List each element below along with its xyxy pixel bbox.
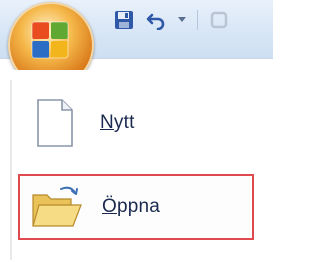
office-menu-screenshot: Nytt Öppna (0, 0, 273, 262)
repeat-icon (210, 11, 228, 29)
office-menu: Nytt Öppna (0, 70, 273, 262)
save-button[interactable] (113, 9, 135, 31)
menu-item-label: Öppna (102, 196, 161, 217)
menu-left-rail (10, 80, 12, 260)
toolbar-separator (197, 10, 198, 30)
menu-item-label: Nytt (100, 112, 135, 133)
repeat-button[interactable] (208, 9, 230, 31)
save-icon (115, 11, 133, 29)
office-logo-icon (31, 21, 69, 59)
title-bar (0, 0, 273, 88)
new-document-icon-wrap (26, 96, 84, 150)
open-folder-icon (32, 186, 82, 227)
undo-dropdown-button[interactable] (177, 9, 187, 31)
menu-item-new[interactable]: Nytt (18, 90, 254, 156)
quick-access-toolbar (105, 6, 238, 34)
open-folder-icon-wrap (28, 180, 86, 234)
new-document-icon (37, 99, 73, 147)
menu-item-open[interactable]: Öppna (18, 174, 254, 240)
dropdown-arrow-icon (178, 17, 186, 22)
undo-icon (146, 13, 165, 30)
undo-button[interactable] (145, 9, 167, 31)
